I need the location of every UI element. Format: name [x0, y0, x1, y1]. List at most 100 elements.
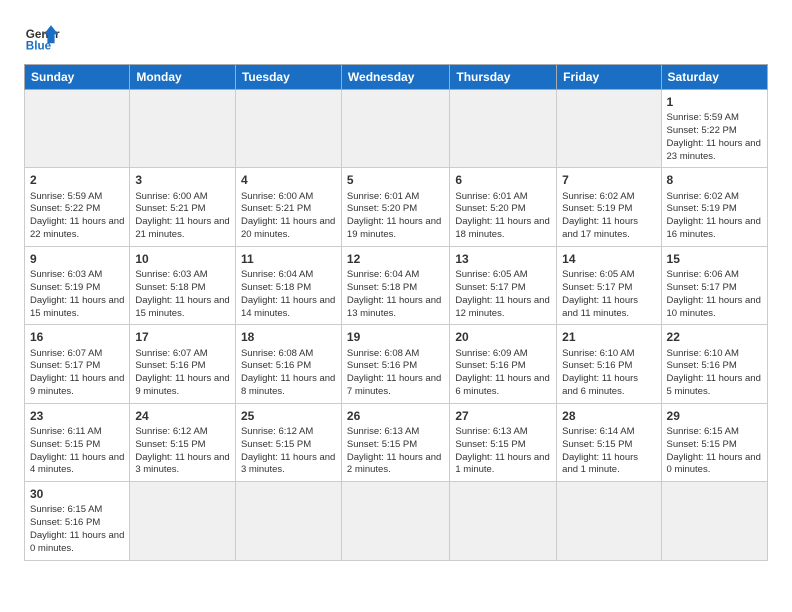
- day-info: Sunrise: 6:01 AMSunset: 5:20 PMDaylight:…: [455, 191, 551, 242]
- day-info: Sunrise: 6:03 AMSunset: 5:19 PMDaylight:…: [30, 269, 124, 320]
- calendar-cell: 28 Sunrise: 6:14 AMSunset: 5:15 PMDayligh…: [557, 403, 661, 481]
- day-number: 16: [30, 329, 124, 345]
- calendar-week-2: 2 Sunrise: 5:59 AMSunset: 5:22 PMDaylight…: [25, 168, 768, 246]
- calendar-week-1: 1 Sunrise: 5:59 AMSunset: 5:22 PMDaylight…: [25, 90, 768, 168]
- day-number: 1: [667, 94, 762, 110]
- calendar-cell: 11 Sunrise: 6:04 AMSunset: 5:18 PMDayligh…: [235, 246, 341, 324]
- calendar-cell: 30 Sunrise: 6:15 AMSunset: 5:16 PMDayligh…: [25, 482, 130, 560]
- day-number: 6: [455, 172, 551, 188]
- day-info: Sunrise: 6:04 AMSunset: 5:18 PMDaylight:…: [241, 269, 336, 320]
- day-info: Sunrise: 6:05 AMSunset: 5:17 PMDaylight:…: [562, 269, 655, 320]
- day-number: 22: [667, 329, 762, 345]
- calendar-cell: 29Sunrise: 6:15 AMSunset: 5:15 PMDayligh…: [661, 403, 767, 481]
- calendar-cell: 26Sunrise: 6:13 AMSunset: 5:15 PMDayligh…: [341, 403, 449, 481]
- day-number: 11: [241, 251, 336, 267]
- day-number: 8: [667, 172, 762, 188]
- day-number: 13: [455, 251, 551, 267]
- day-header-friday: Friday: [557, 65, 661, 90]
- calendar-cell: 4 Sunrise: 6:00 AMSunset: 5:21 PMDaylight…: [235, 168, 341, 246]
- day-info: Sunrise: 6:00 AMSunset: 5:21 PMDaylight:…: [241, 191, 336, 242]
- day-header-tuesday: Tuesday: [235, 65, 341, 90]
- day-info: Sunrise: 6:15 AMSunset: 5:16 PMDaylight:…: [30, 504, 124, 555]
- calendar-cell: 13 Sunrise: 6:05 AMSunset: 5:17 PMDayligh…: [450, 246, 557, 324]
- calendar-cell: 8 Sunrise: 6:02 AMSunset: 5:19 PMDaylight…: [661, 168, 767, 246]
- calendar-cell: 1 Sunrise: 5:59 AMSunset: 5:22 PMDaylight…: [661, 90, 767, 168]
- day-info: Sunrise: 5:59 AMSunset: 5:22 PMDaylight:…: [30, 191, 124, 242]
- day-header-sunday: Sunday: [25, 65, 130, 90]
- day-info: Sunrise: 6:09 AMSunset: 5:16 PMDaylight:…: [455, 348, 551, 399]
- calendar-week-6: 30 Sunrise: 6:15 AMSunset: 5:16 PMDayligh…: [25, 482, 768, 560]
- day-number: 23: [30, 408, 124, 424]
- day-number: 30: [30, 486, 124, 502]
- calendar-cell: 23 Sunrise: 6:11 AMSunset: 5:15 PMDayligh…: [25, 403, 130, 481]
- day-number: 17: [135, 329, 230, 345]
- calendar-cell: [341, 90, 449, 168]
- calendar-cell: 15 Sunrise: 6:06 AMSunset: 5:17 PMDayligh…: [661, 246, 767, 324]
- day-number: 4: [241, 172, 336, 188]
- day-info: Sunrise: 6:07 AMSunset: 5:16 PMDaylight:…: [135, 348, 230, 399]
- calendar-cell: [661, 482, 767, 560]
- day-number: 26: [347, 408, 444, 424]
- day-number: 19: [347, 329, 444, 345]
- day-info: Sunrise: 6:12 AMSunset: 5:15 PMDaylight:…: [241, 426, 336, 477]
- day-number: 25: [241, 408, 336, 424]
- logo-icon: General Blue: [24, 18, 60, 54]
- calendar-cell: 3Sunrise: 6:00 AMSunset: 5:21 PMDaylight…: [130, 168, 236, 246]
- calendar-cell: 12 Sunrise: 6:04 AMSunset: 5:18 PMDayligh…: [341, 246, 449, 324]
- day-number: 2: [30, 172, 124, 188]
- day-info: Sunrise: 6:08 AMSunset: 5:16 PMDaylight:…: [347, 348, 444, 399]
- day-info: Sunrise: 6:02 AMSunset: 5:19 PMDaylight:…: [667, 191, 762, 242]
- day-number: 20: [455, 329, 551, 345]
- day-header-thursday: Thursday: [450, 65, 557, 90]
- day-info: Sunrise: 6:05 AMSunset: 5:17 PMDaylight:…: [455, 269, 551, 320]
- page-header: General Blue: [0, 0, 792, 64]
- calendar-cell: 19 Sunrise: 6:08 AMSunset: 5:16 PMDayligh…: [341, 325, 449, 403]
- day-info: Sunrise: 6:08 AMSunset: 5:16 PMDaylight:…: [241, 348, 336, 399]
- day-header-wednesday: Wednesday: [341, 65, 449, 90]
- day-number: 9: [30, 251, 124, 267]
- day-info: Sunrise: 6:01 AMSunset: 5:20 PMDaylight:…: [347, 191, 444, 242]
- day-number: 5: [347, 172, 444, 188]
- day-info: Sunrise: 6:12 AMSunset: 5:15 PMDaylight:…: [135, 426, 230, 477]
- day-info: Sunrise: 6:06 AMSunset: 5:17 PMDaylight:…: [667, 269, 762, 320]
- calendar-cell: [235, 482, 341, 560]
- day-info: Sunrise: 6:11 AMSunset: 5:15 PMDaylight:…: [30, 426, 124, 477]
- day-info: Sunrise: 6:04 AMSunset: 5:18 PMDaylight:…: [347, 269, 444, 320]
- day-info: Sunrise: 5:59 AMSunset: 5:22 PMDaylight:…: [667, 112, 762, 163]
- day-info: Sunrise: 6:13 AMSunset: 5:15 PMDaylight:…: [455, 426, 551, 477]
- day-header-saturday: Saturday: [661, 65, 767, 90]
- calendar-cell: [130, 90, 236, 168]
- calendar-cell: [557, 482, 661, 560]
- calendar-cell: 9 Sunrise: 6:03 AMSunset: 5:19 PMDaylight…: [25, 246, 130, 324]
- calendar-cell: [235, 90, 341, 168]
- day-info: Sunrise: 6:03 AMSunset: 5:18 PMDaylight:…: [135, 269, 230, 320]
- calendar-cell: 7Sunrise: 6:02 AMSunset: 5:19 PMDaylight…: [557, 168, 661, 246]
- calendar-cell: 18Sunrise: 6:08 AMSunset: 5:16 PMDayligh…: [235, 325, 341, 403]
- calendar-cell: [25, 90, 130, 168]
- day-number: 24: [135, 408, 230, 424]
- calendar-cell: [557, 90, 661, 168]
- calendar-cell: 6 Sunrise: 6:01 AMSunset: 5:20 PMDaylight…: [450, 168, 557, 246]
- calendar-cell: [341, 482, 449, 560]
- calendar-cell: 22Sunrise: 6:10 AMSunset: 5:16 PMDayligh…: [661, 325, 767, 403]
- calendar-cell: 5 Sunrise: 6:01 AMSunset: 5:20 PMDaylight…: [341, 168, 449, 246]
- day-number: 27: [455, 408, 551, 424]
- day-number: 15: [667, 251, 762, 267]
- calendar-cell: 24 Sunrise: 6:12 AMSunset: 5:15 PMDayligh…: [130, 403, 236, 481]
- day-info: Sunrise: 6:10 AMSunset: 5:16 PMDaylight:…: [562, 348, 655, 399]
- calendar-cell: 27 Sunrise: 6:13 AMSunset: 5:15 PMDayligh…: [450, 403, 557, 481]
- day-number: 7: [562, 172, 655, 188]
- calendar-cell: 10Sunrise: 6:03 AMSunset: 5:18 PMDayligh…: [130, 246, 236, 324]
- calendar-header-row: SundayMondayTuesdayWednesdayThursdayFrid…: [25, 65, 768, 90]
- day-number: 12: [347, 251, 444, 267]
- day-info: Sunrise: 6:14 AMSunset: 5:15 PMDaylight:…: [562, 426, 655, 477]
- logo: General Blue: [24, 18, 60, 54]
- calendar-wrap: SundayMondayTuesdayWednesdayThursdayFrid…: [0, 64, 792, 573]
- calendar-cell: [130, 482, 236, 560]
- calendar-cell: 17 Sunrise: 6:07 AMSunset: 5:16 PMDayligh…: [130, 325, 236, 403]
- day-number: 28: [562, 408, 655, 424]
- day-number: 14: [562, 251, 655, 267]
- calendar-cell: 21Sunrise: 6:10 AMSunset: 5:16 PMDayligh…: [557, 325, 661, 403]
- day-header-monday: Monday: [130, 65, 236, 90]
- day-info: Sunrise: 6:07 AMSunset: 5:17 PMDaylight:…: [30, 348, 124, 399]
